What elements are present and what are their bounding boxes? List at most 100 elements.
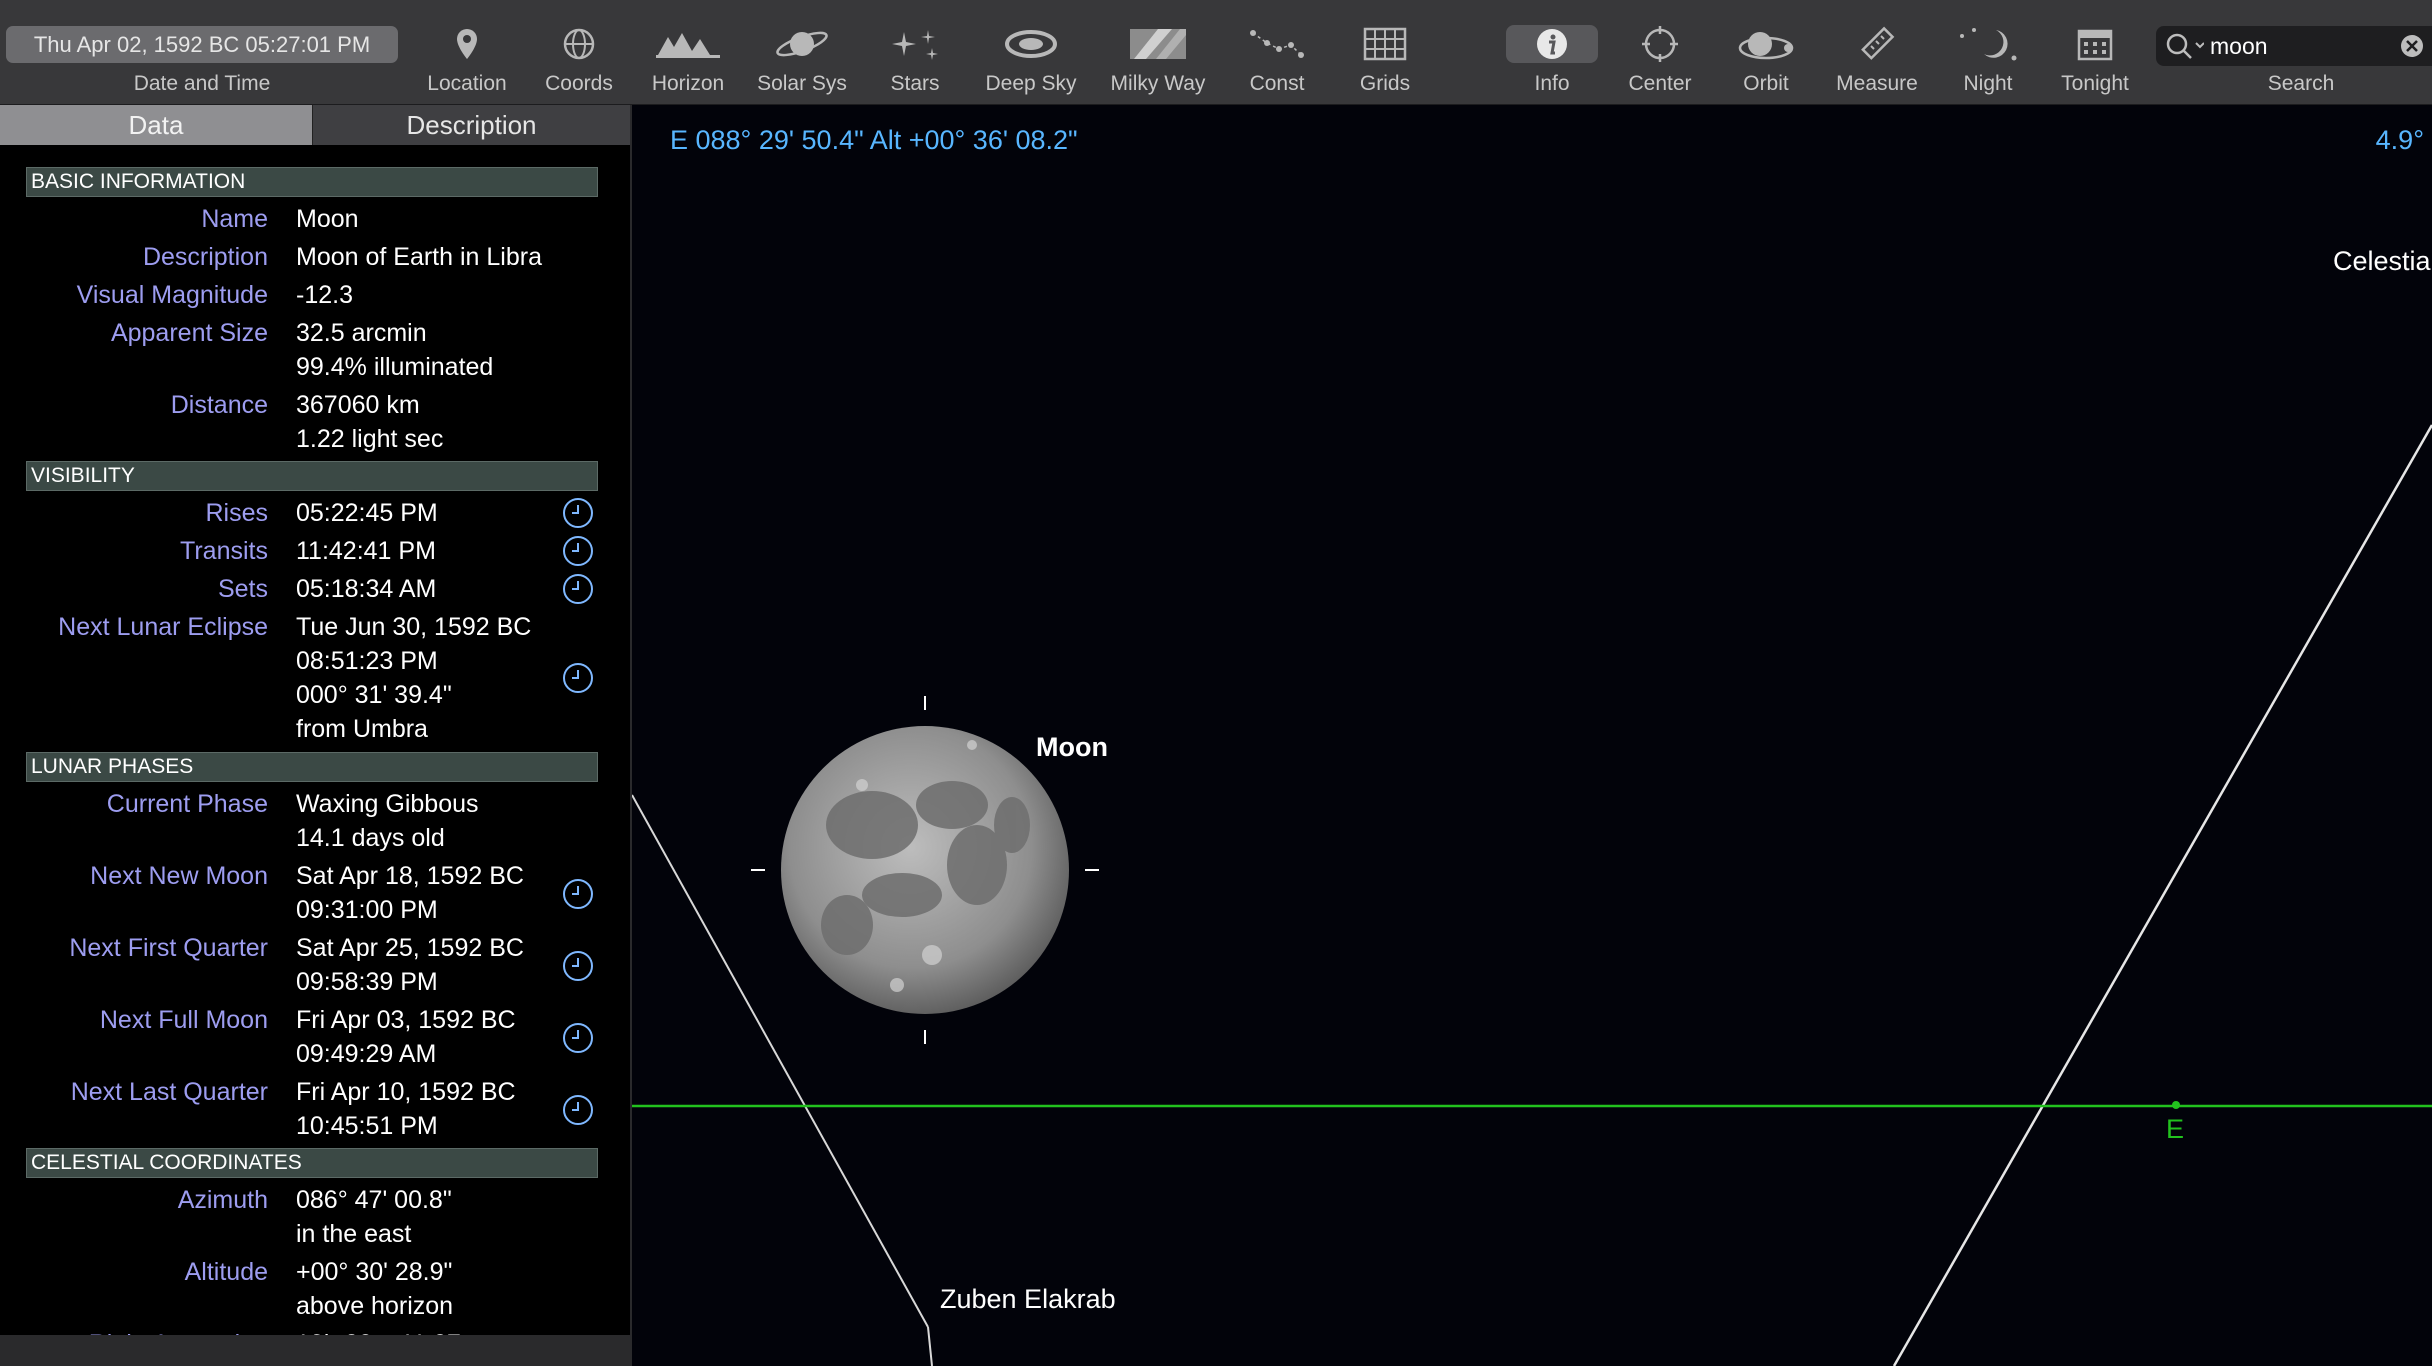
panel-scroll-bottom (0, 1335, 630, 1366)
section-basic-information: BASIC INFORMATION (26, 167, 598, 197)
night-moon-icon (1960, 28, 2017, 61)
constellation-line-left-tail (927, 1326, 933, 1366)
apparent-size-key: Apparent Size (110, 319, 268, 347)
info-panel: Data Description BASIC INFORMATION Name … (0, 105, 632, 1366)
sets-clock-icon[interactable] (562, 573, 594, 605)
field-of-view: 4.9° (2375, 125, 2424, 155)
calendar-icon (2077, 29, 2113, 61)
full-moon-time: 09:49:29 AM (296, 1040, 437, 1068)
azimuth-value: 086° 47' 00.8" (296, 1186, 452, 1214)
east-marker (2172, 1101, 2180, 1109)
info-icon (1537, 29, 1567, 59)
eclipse-angle-value: 000° 31' 39.4" (296, 681, 452, 709)
date-time-label: Date and Time (133, 72, 271, 95)
moon-label[interactable]: Moon (1036, 732, 1108, 763)
first-quarter-clock-icon[interactable] (562, 950, 594, 982)
illuminated-value: 99.4% illuminated (296, 353, 494, 381)
stars-button[interactable]: Stars (860, 18, 970, 100)
transits-value: 11:42:41 PM (296, 537, 436, 565)
new-moon-date: Sat Apr 18, 1592 BC (296, 862, 524, 890)
moon-age-value: 14.1 days old (296, 824, 445, 852)
tab-data[interactable]: Data (0, 105, 312, 145)
search-box (2156, 26, 2432, 66)
grid-icon (1363, 27, 1407, 61)
galaxy-icon (1005, 30, 1057, 58)
new-moon-key: Next New Moon (90, 862, 268, 890)
current-phase-value: Waxing Gibbous (296, 790, 479, 818)
cursor-coordinates: E 088° 29' 50.4" Alt +00° 36' 08.2" (670, 125, 1078, 155)
compass-east-label: E (2166, 1114, 2185, 1144)
distance-km-value: 367060 km (296, 391, 420, 419)
orbit-icon (1738, 32, 1794, 60)
transits-key: Transits (180, 537, 268, 565)
rises-clock-icon[interactable] (562, 497, 594, 529)
eclipse-umbra-value: from Umbra (296, 715, 428, 743)
tab-description[interactable]: Description (312, 105, 630, 145)
sky-chart (632, 424, 2432, 1366)
ruler-icon (1861, 26, 1895, 60)
description-value: Moon of Earth in Libra (296, 243, 542, 271)
name-value: Moon (296, 205, 359, 233)
last-quarter-key: Next Last Quarter (70, 1078, 268, 1106)
eclipse-clock-icon[interactable] (562, 662, 594, 694)
search-icon (2166, 33, 2204, 59)
moon-object[interactable] (781, 726, 1069, 1014)
coords-icon (563, 28, 595, 60)
sky-view[interactable]: E 088° 29' 50.4" Alt +00° 36' 08.2" 4.9°… (632, 105, 2432, 1366)
date-time-field[interactable]: Thu Apr 02, 1592 BC 05:27:01 PM (6, 26, 398, 63)
horizon-icon (656, 33, 720, 58)
new-moon-time: 09:31:00 PM (296, 896, 438, 924)
milky-way-button[interactable]: Milky Way (1103, 18, 1213, 100)
last-quarter-time: 10:45:51 PM (296, 1112, 438, 1140)
milky-way-icon (1130, 29, 1186, 59)
constellation-icon (1250, 30, 1304, 58)
panel-tab-bar: Data Description (0, 105, 630, 145)
transits-clock-icon[interactable] (562, 535, 594, 567)
toolbar: Thu Apr 02, 1592 BC 05:27:01 PM Date and… (0, 0, 2432, 105)
first-quarter-date: Sat Apr 25, 1592 BC (296, 934, 524, 962)
description-key: Description (142, 243, 268, 271)
first-quarter-time: 09:58:39 PM (296, 968, 438, 996)
eclipse-date-value: Tue Jun 30, 1592 BC (296, 613, 532, 641)
magnitude-value: -12.3 (296, 281, 353, 309)
tonight-label: Tonight (2061, 72, 2129, 95)
full-moon-date: Fri Apr 03, 1592 BC (296, 1006, 516, 1034)
tonight-button[interactable]: Tonight (2040, 18, 2150, 100)
section-visibility: VISIBILITY (26, 461, 598, 491)
grids-label: Grids (1359, 72, 1411, 95)
section-lunar-phases: LUNAR PHASES (26, 752, 598, 782)
azimuth-key: Azimuth (177, 1186, 268, 1214)
clear-search-icon[interactable] (2400, 34, 2424, 58)
name-key: Name (201, 205, 268, 233)
search-input[interactable] (2210, 30, 2390, 62)
deep-sky-button[interactable]: Deep Sky (976, 18, 1086, 100)
full-moon-clock-icon[interactable] (562, 1022, 594, 1054)
full-moon-key: Next Full Moon (99, 1006, 268, 1034)
eclipse-time-value: 08:51:23 PM (296, 647, 438, 675)
section-celestial-coordinates: CELESTIAL COORDINATES (26, 1148, 598, 1178)
altitude-value: +00° 30' 28.9" (296, 1258, 453, 1286)
last-quarter-date: Fri Apr 10, 1592 BC (296, 1078, 516, 1106)
eclipse-key: Next Lunar Eclipse (58, 613, 268, 641)
altitude-horizon: above horizon (296, 1292, 454, 1320)
distance-light-value: 1.22 light sec (296, 425, 444, 453)
star-label-zuben-elakrab[interactable]: Zuben Elakrab (940, 1284, 1116, 1315)
center-icon (1642, 26, 1678, 62)
first-quarter-key: Next First Quarter (69, 934, 268, 962)
magnitude-key: Visual Magnitude (76, 281, 268, 309)
altitude-key: Altitude (184, 1258, 268, 1286)
new-moon-clock-icon[interactable] (562, 878, 594, 910)
grids-button[interactable]: Grids (1330, 18, 1440, 100)
current-phase-key: Current Phase (106, 790, 268, 818)
apparent-size-value: 32.5 arcmin (296, 319, 427, 347)
search-label: Search (2267, 72, 2335, 95)
stars-icon (892, 30, 938, 60)
azimuth-direction: in the east (296, 1220, 412, 1248)
location-pin-icon (457, 29, 477, 59)
planet-icon (776, 31, 828, 57)
distance-key: Distance (170, 391, 268, 419)
rises-key: Rises (205, 499, 268, 527)
celestial-label: Celestia (2333, 246, 2431, 276)
last-quarter-clock-icon[interactable] (562, 1094, 594, 1126)
rises-value: 05:22:45 PM (296, 499, 438, 527)
